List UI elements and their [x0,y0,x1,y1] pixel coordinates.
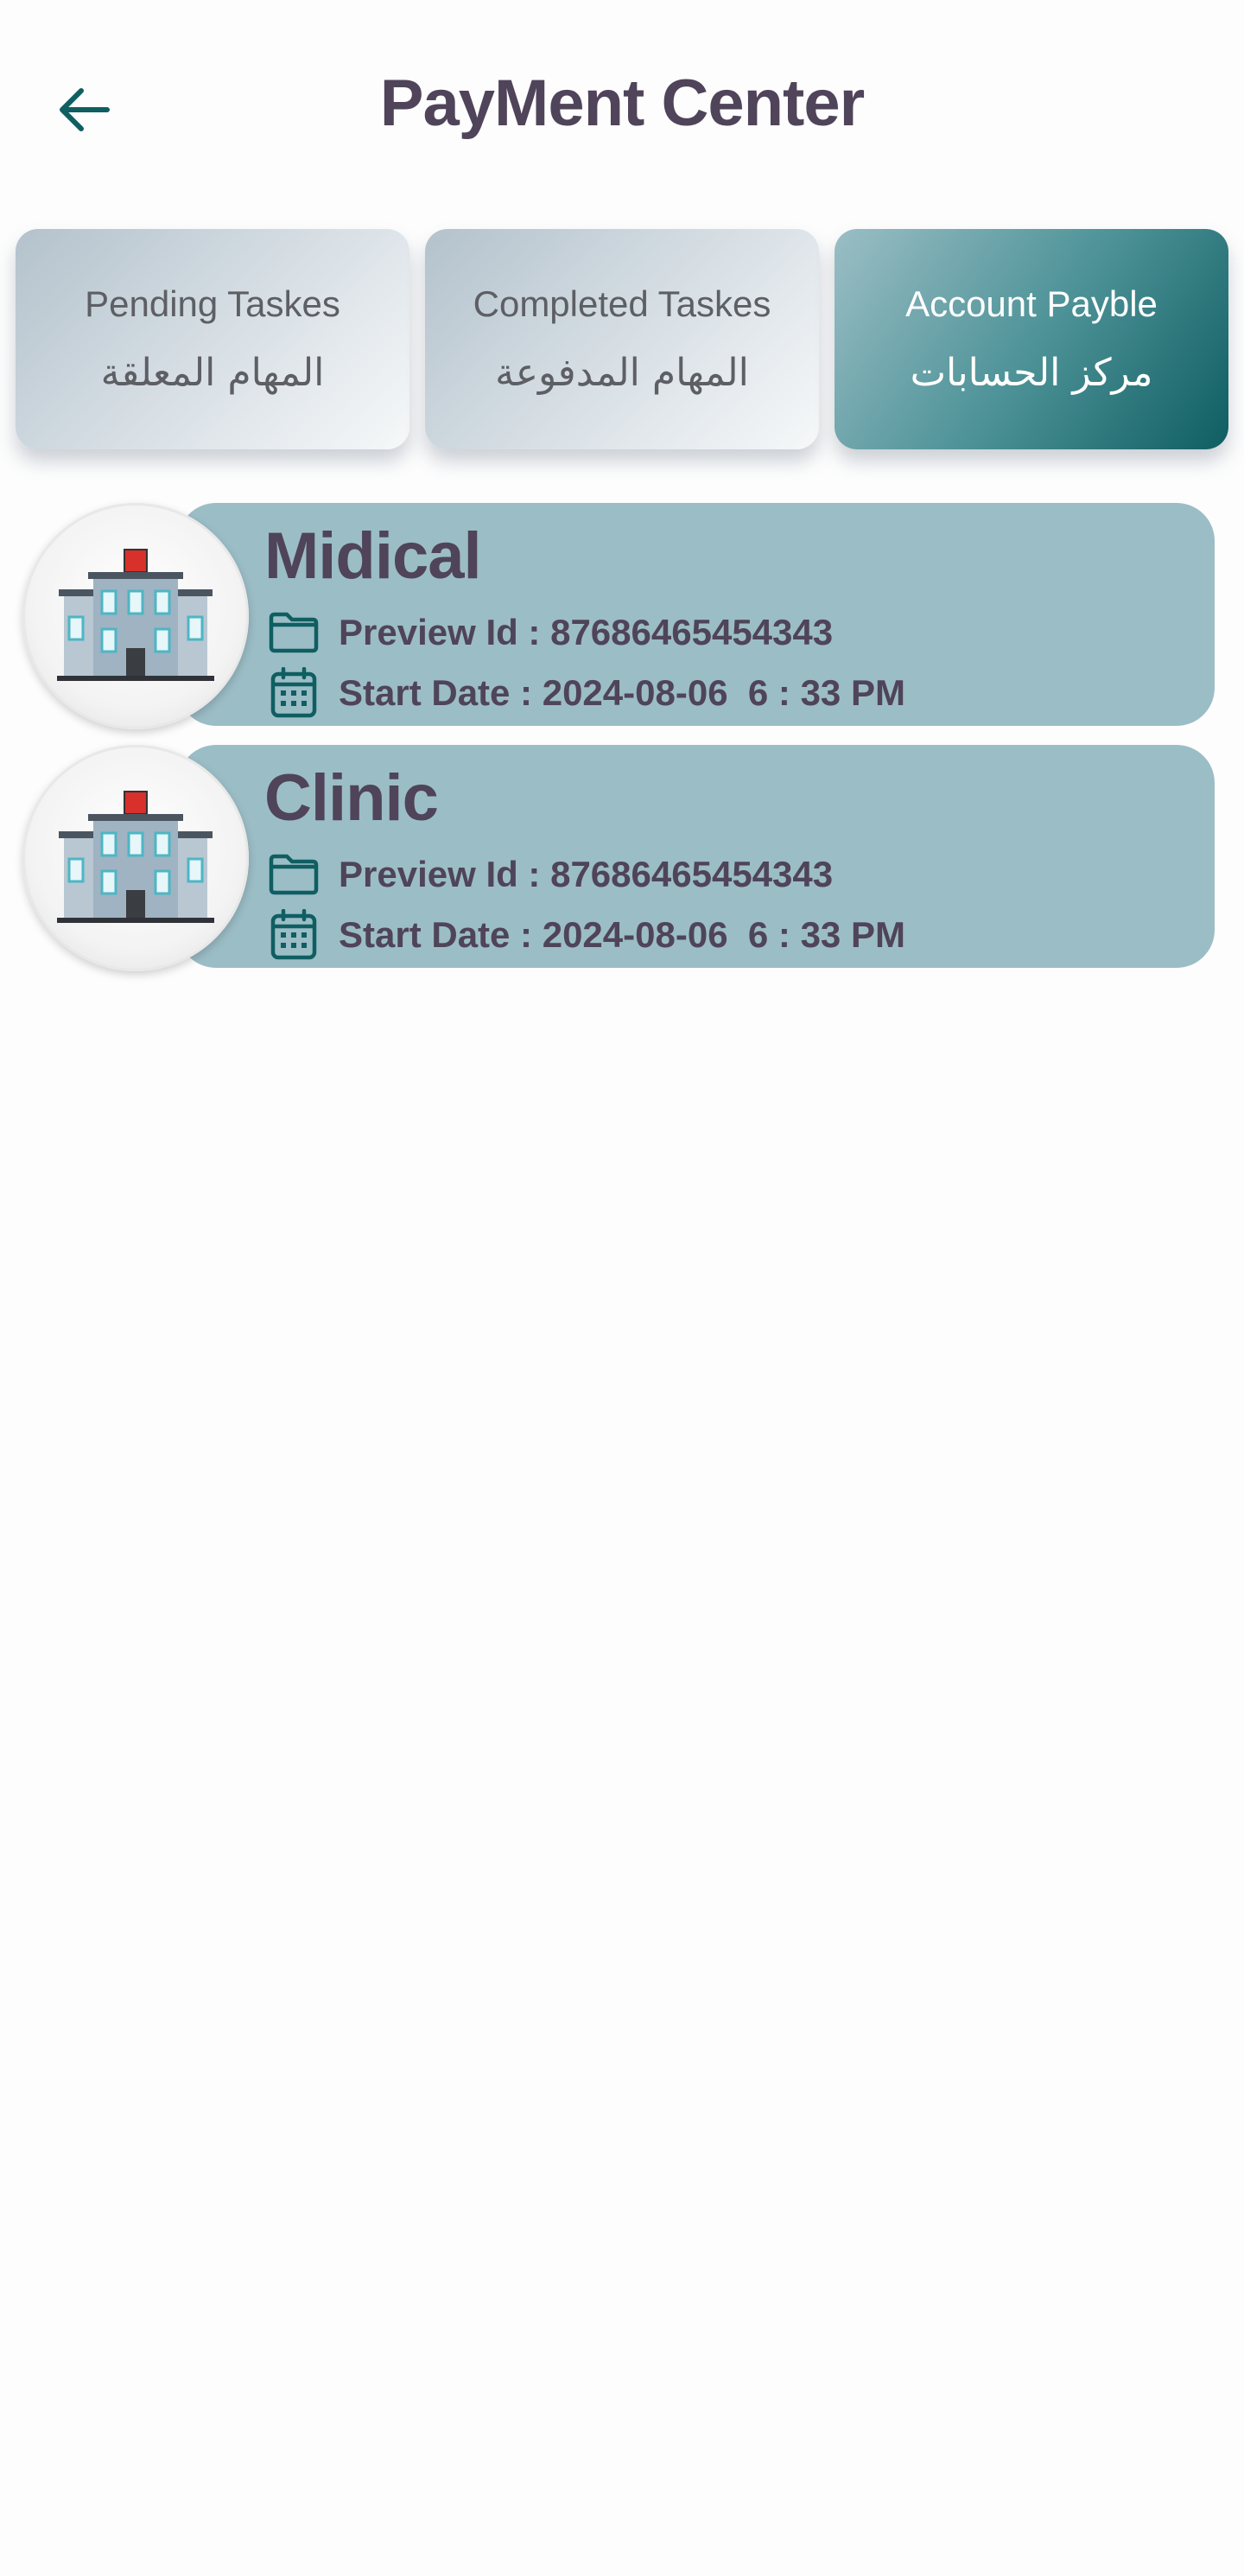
start-date-row: Start Date : 2024-08-06 6 : 33 PM [268,909,905,961]
app-header: PayMent Center [0,0,1244,207]
tab-completed-taskes[interactable]: Completed Taskes المهام المدفوعة [425,229,819,449]
tab-account-payble[interactable]: Account Payble مركز الحسابات [835,229,1228,449]
preview-id-text: Preview Id : 87686465454343 [339,854,834,894]
hospital-building-icon [57,549,214,681]
calendar-icon [268,667,320,719]
tab-label-en: Completed Taskes [473,283,771,324]
avatar [22,503,249,729]
avatar [22,745,249,971]
page-title: PayMent Center [379,67,865,140]
folder-icon [268,607,320,658]
start-date-row: Start Date : 2024-08-06 6 : 33 PM [268,667,905,719]
tab-label-en: Pending Taskes [85,283,340,324]
folder-icon [268,849,320,900]
tab-bar: Pending Taskes المهام المعلقة Completed … [16,229,1228,449]
payment-card[interactable]: Clinic Preview Id : 87686465454343 Start… [22,745,1215,971]
tab-label-ar: المهام المدفوعة [495,351,749,395]
tab-label-en: Account Payble [905,283,1158,324]
tab-label-ar: المهام المعلقة [100,351,325,395]
hospital-building-icon [57,791,214,923]
start-date-text: Start Date : 2024-08-06 6 : 33 PM [339,914,905,955]
preview-id-row: Preview Id : 87686465454343 [268,849,833,900]
calendar-icon [268,909,320,961]
card-title: Clinic [264,761,439,835]
tab-pending-taskes[interactable]: Pending Taskes المهام المعلقة [16,229,409,449]
card-title: Midical [264,519,482,593]
preview-id-text: Preview Id : 87686465454343 [339,612,834,652]
payment-card[interactable]: Midical Preview Id : 87686465454343 Star… [22,503,1215,729]
start-date-text: Start Date : 2024-08-06 6 : 33 PM [339,672,905,713]
preview-id-row: Preview Id : 87686465454343 [268,607,833,658]
tab-label-ar: مركز الحسابات [910,351,1153,395]
